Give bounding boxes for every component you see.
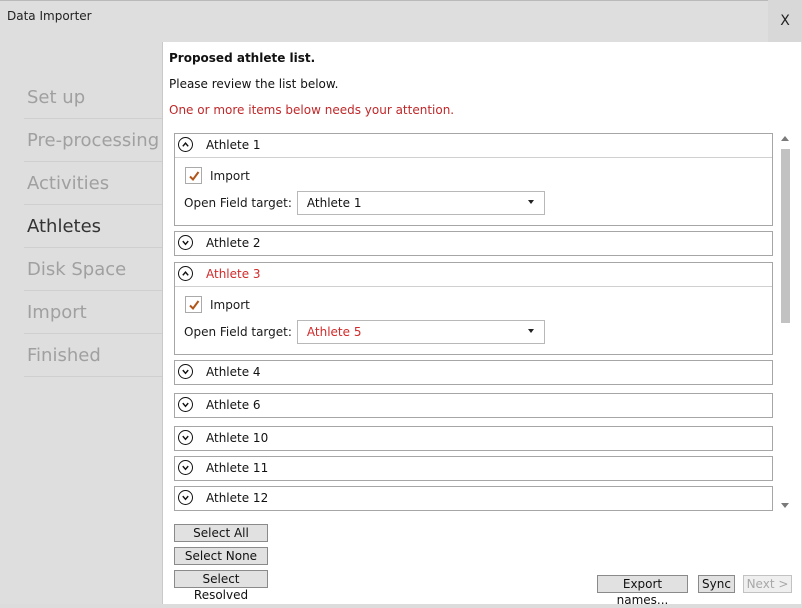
open-field-target-row: Open Field target: Athlete 5 [184,320,545,344]
athlete-card-6: Athlete 6 [174,393,773,418]
athlete-name: Athlete 2 [206,236,261,250]
athlete-name: Athlete 10 [206,431,269,445]
athlete-name: Athlete 3 [206,267,261,281]
selected-target: Athlete 1 [306,196,362,210]
athlete-card-body: Import Open Field target: Athlete 5 [175,286,772,354]
export-names-button[interactable]: Export names... [597,575,688,607]
athlete-card-header[interactable]: Athlete 1 [175,134,772,157]
athlete-card-header[interactable]: Athlete 6 [175,394,772,417]
page-heading: Proposed athlete list. [169,51,316,65]
athlete-card-11: Athlete 11 [174,456,773,481]
select-resolved-button[interactable]: Select Resolved [174,570,268,602]
athlete-card-1: Athlete 1 Import Open Field target: Athl… [174,133,773,226]
import-label: Import [210,297,250,312]
open-field-target-select[interactable]: Athlete 5 [296,320,545,344]
select-none-button[interactable]: Select None [174,547,268,565]
selected-target: Athlete 5 [306,325,362,339]
sync-button[interactable]: Sync [698,575,735,593]
athlete-card-header[interactable]: Athlete 2 [175,232,772,255]
open-field-target-row: Open Field target: Athlete 1 [184,191,545,215]
dropdown-arrow-icon [527,200,534,204]
nav-item-pre-processing[interactable]: Pre-processing [24,119,162,162]
dropdown-arrow-icon [527,329,534,333]
scroll-down-arrow-icon[interactable] [781,503,789,508]
expand-icon[interactable] [178,490,193,505]
wizard-steps-nav: Set up Pre-processing Activities Athlete… [24,76,162,377]
attention-warning: One or more items below needs your atten… [169,103,455,117]
athlete-list: Athlete 1 Import Open Field target: Athl… [174,133,773,513]
athlete-card-header[interactable]: Athlete 4 [175,361,772,384]
collapse-icon[interactable] [178,137,193,152]
athlete-card-4: Athlete 4 [174,360,773,385]
expand-icon[interactable] [178,430,193,445]
import-row: Import [185,167,250,184]
athlete-card-3: Athlete 3 Import Open Field target: Athl… [174,262,773,355]
athlete-card-12: Athlete 12 [174,486,773,511]
athlete-name: Athlete 1 [206,138,261,152]
next-button[interactable]: Next > [743,575,792,593]
import-label: Import [210,168,250,183]
nav-item-set-up[interactable]: Set up [24,76,162,119]
import-checkbox[interactable] [185,167,202,184]
athlete-card-2: Athlete 2 [174,231,773,256]
scroll-up-arrow-icon[interactable] [781,136,789,141]
window-title: Data Importer [7,9,92,23]
athlete-name: Athlete 6 [206,398,261,412]
nav-item-athletes[interactable]: Athletes [24,205,162,248]
expand-icon[interactable] [178,235,193,250]
import-row: Import [185,296,250,313]
close-button[interactable]: X [768,0,802,42]
athlete-name: Athlete 12 [206,491,269,505]
open-field-target-select[interactable]: Athlete 1 [296,191,545,215]
nav-item-import[interactable]: Import [24,291,162,334]
athlete-name: Athlete 4 [206,365,261,379]
select-all-button[interactable]: Select All [174,524,268,542]
open-field-target-label: Open Field target: [184,196,292,210]
athlete-card-body: Import Open Field target: Athlete 1 [175,157,772,225]
nav-item-disk-space[interactable]: Disk Space [24,248,162,291]
data-importer-window: Data Importer X Set up Pre-processing Ac… [0,0,802,607]
title-bar: Data Importer X [0,0,802,42]
expand-icon[interactable] [178,460,193,475]
athlete-list-scrollbar[interactable] [777,133,793,513]
collapse-icon[interactable] [178,266,193,281]
nav-item-activities[interactable]: Activities [24,162,162,205]
open-field-target-label: Open Field target: [184,325,292,339]
nav-item-finished[interactable]: Finished [24,334,162,377]
athlete-card-header[interactable]: Athlete 3 [175,263,772,286]
athlete-name: Athlete 11 [206,461,269,475]
expand-icon[interactable] [178,364,193,379]
athlete-card-10: Athlete 10 [174,426,773,451]
main-panel: Proposed athlete list. Please review the… [162,42,801,607]
import-checkbox[interactable] [185,296,202,313]
expand-icon[interactable] [178,397,193,412]
scroll-thumb[interactable] [781,149,790,323]
athlete-card-header[interactable]: Athlete 11 [175,457,772,480]
review-instruction: Please review the list below. [169,77,339,91]
athlete-card-header[interactable]: Athlete 12 [175,487,772,510]
athlete-card-header[interactable]: Athlete 10 [175,427,772,450]
